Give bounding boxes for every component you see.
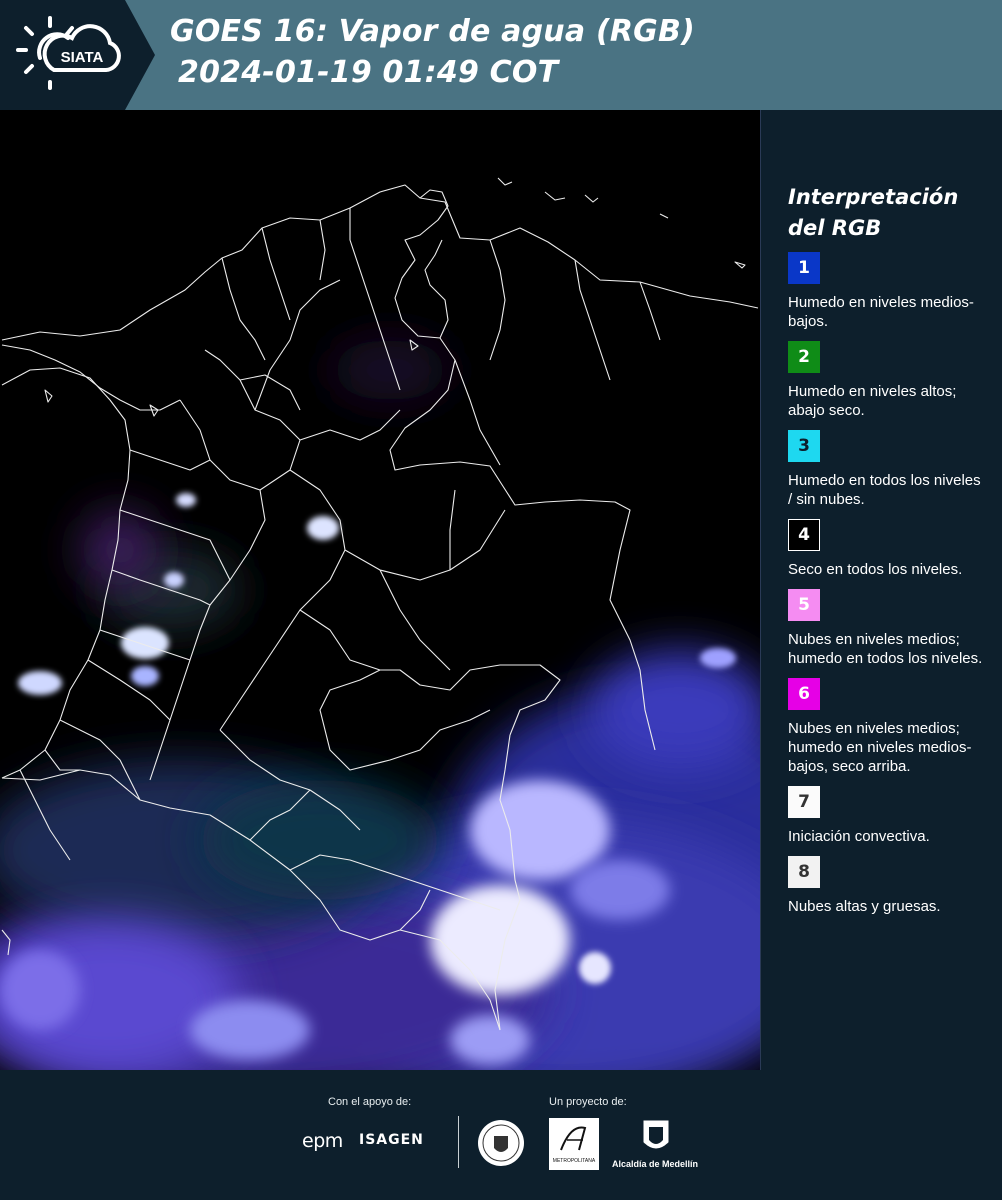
legend-item: 4 Seco en todos los niveles.	[788, 519, 988, 579]
legend-text: Iniciación convectiva.	[788, 828, 930, 845]
area-logo-text: METROPOLITANA	[552, 1158, 596, 1164]
timestamp: 2024-01-19 01:49 COT	[178, 55, 559, 90]
legend-item: 6 Nubes en niveles medios; humedo en nive…	[788, 678, 988, 776]
page-title: GOES 16: Vapor de agua (RGB)	[170, 14, 695, 49]
project-label: Un proyecto de:	[549, 1096, 627, 1108]
legend-item: 7 Iniciación convectiva.	[788, 786, 988, 846]
siata-logo: SIATA	[0, 0, 155, 110]
map-svg	[0, 110, 760, 1070]
satellite-map	[0, 110, 761, 1070]
legend-title: Interpretación del RGB	[788, 182, 988, 244]
legend-text: Nubes altas y gruesas.	[788, 898, 941, 915]
legend-swatch: 5	[788, 589, 820, 621]
legend-text: Nubes en niveles medios; humedo en nivel…	[788, 720, 972, 775]
rgb-legend: Interpretación del RGB 1 Humedo en nivele…	[788, 182, 988, 926]
legend-swatch: 4	[788, 519, 820, 551]
footer: Con el apoyo de: Un proyecto de: epm ISA…	[0, 1070, 1002, 1200]
epm-logo: epm	[302, 1130, 343, 1152]
isagen-logo: ISAGEN	[359, 1132, 424, 1148]
legend-title-line1: Interpretación	[788, 185, 959, 209]
legend-swatch: 7	[788, 786, 820, 818]
legend-swatch: 1	[788, 252, 820, 284]
medellin-logo-text: Alcaldía de Medellín	[612, 1159, 699, 1169]
legend-item: 8 Nubes altas y gruesas.	[788, 856, 988, 916]
legend-swatch: 3	[788, 430, 820, 462]
legend-title-line2: del RGB	[788, 216, 882, 240]
legend-item: 3 Humedo en todos los niveles / sin nubes…	[788, 430, 988, 509]
legend-text: Humedo en niveles medios-bajos.	[788, 294, 974, 330]
legend-text: Humedo en todos los niveles / sin nubes.	[788, 472, 981, 508]
area-logo-icon	[560, 1126, 587, 1151]
legend-item: 2 Humedo en niveles altos; abajo seco.	[788, 341, 988, 420]
antioquia-seal-icon	[478, 1120, 524, 1166]
legend-text: Humedo en niveles altos; abajo seco.	[788, 383, 957, 419]
legend-swatch: 2	[788, 341, 820, 373]
legend-item: 5 Nubes en niveles medios; humedo en todo…	[788, 589, 988, 668]
medellin-shield-icon	[643, 1120, 669, 1149]
legend-swatch: 8	[788, 856, 820, 888]
legend-text: Nubes en niveles medios; humedo en todos…	[788, 631, 983, 667]
legend-items: 1 Humedo en niveles medios-bajos. 2 Humedo …	[788, 252, 988, 916]
svg-text:SIATA: SIATA	[61, 49, 104, 66]
sun-cloud-icon: SIATA	[16, 16, 121, 90]
legend-swatch: 6	[788, 678, 820, 710]
legend-text: Seco en todos los niveles.	[788, 561, 963, 578]
header-bar: SIATA GOES 16: Vapor de agua (RGB) 2024-…	[0, 0, 1002, 110]
support-label: Con el apoyo de:	[328, 1096, 412, 1108]
legend-item: 1 Humedo en niveles medios-bajos.	[788, 252, 988, 331]
footer-divider	[458, 1116, 459, 1168]
